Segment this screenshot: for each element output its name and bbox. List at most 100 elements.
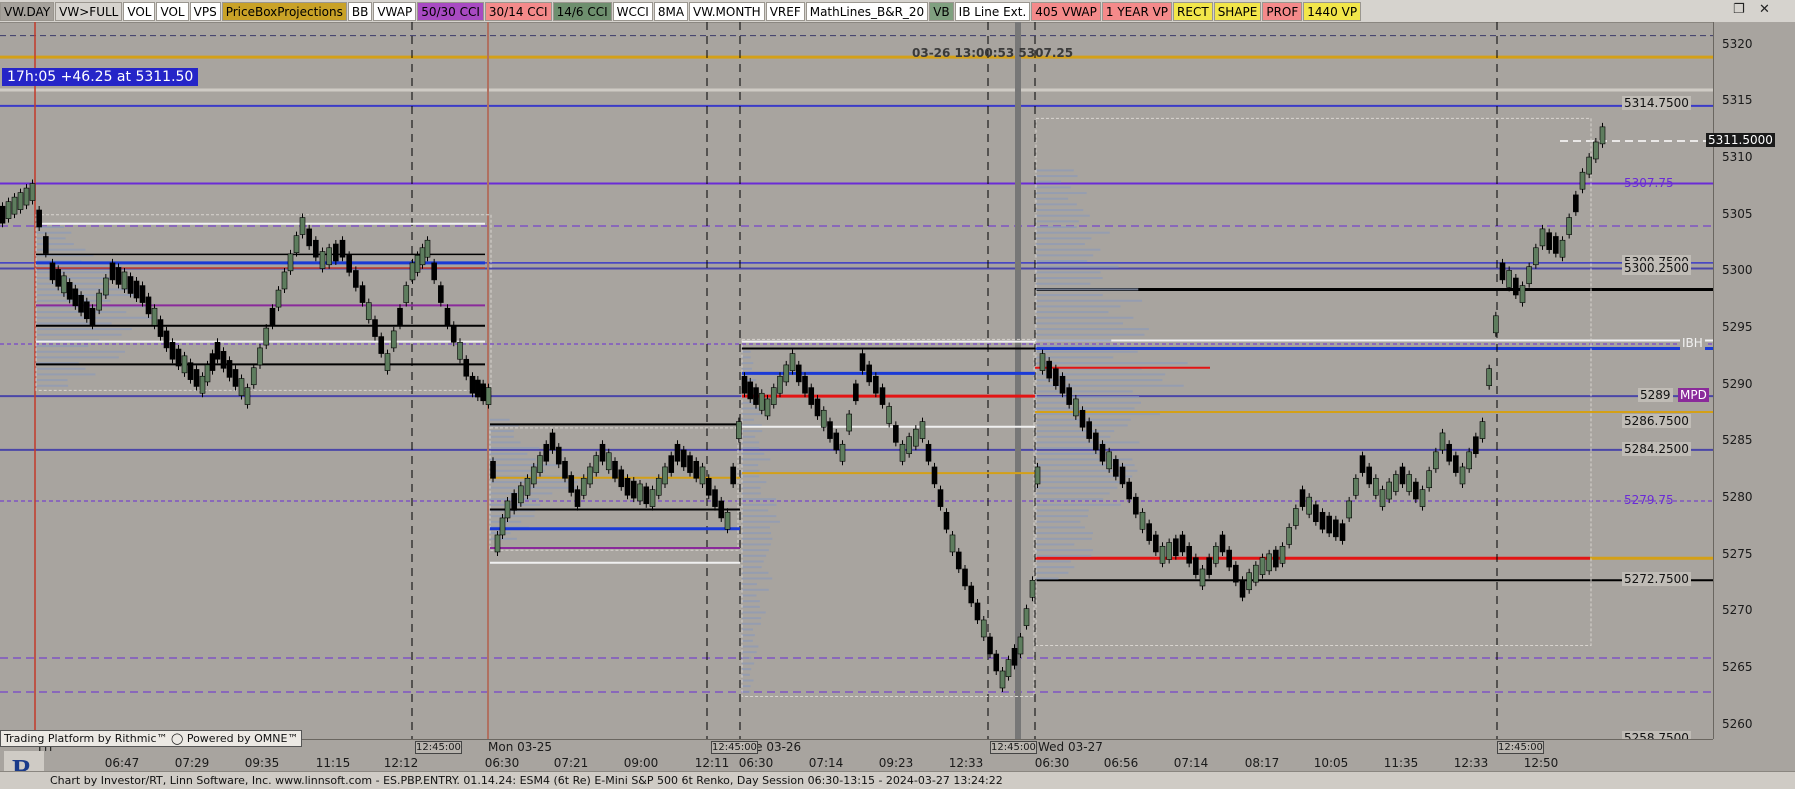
volume-profile-bar <box>742 577 773 580</box>
renko-brick <box>457 341 463 360</box>
volume-profile-bar <box>490 441 521 444</box>
day-date: 03-25 <box>513 740 552 754</box>
renko-brick <box>1239 579 1246 598</box>
volume-profile-bar <box>742 554 767 557</box>
price-tick-label: 5320 <box>1722 36 1753 51</box>
renko-brick <box>568 475 575 493</box>
renko-brick <box>789 353 796 371</box>
price-tick-label: 5300 <box>1722 263 1753 278</box>
toolbar-button-10[interactable]: 14/6 CCI <box>552 1 612 21</box>
renko-brick <box>1093 432 1099 451</box>
toolbar-button-9[interactable]: 30/14 CCI <box>484 1 552 21</box>
volume-profile-bar <box>742 492 761 495</box>
time-tick-label: 07:14 <box>1173 756 1209 770</box>
toolbar-button-8[interactable]: 50/30 CCI <box>417 1 484 21</box>
volume-profile-bar <box>742 600 760 603</box>
renko-brick <box>1486 368 1492 386</box>
volume-profile-bar <box>1036 277 1103 280</box>
time-tick-label: 08:17 <box>1244 756 1280 770</box>
renko-brick <box>949 534 956 553</box>
renko-brick <box>1346 500 1352 519</box>
toolbar-button-16[interactable]: VB <box>929 1 954 21</box>
renko-brick <box>674 443 681 462</box>
volume-profile-bar <box>1036 282 1091 285</box>
renko-brick <box>618 469 625 488</box>
volume-profile-bar <box>490 464 559 467</box>
volume-profile-bar <box>742 651 757 654</box>
toolbar-button-20[interactable]: RECT <box>1173 1 1213 21</box>
renko-brick <box>1126 481 1132 500</box>
volume-profile-bar <box>1036 543 1075 546</box>
toolbar-button-13[interactable]: VW.MONTH <box>689 1 765 21</box>
renko-brick <box>1359 455 1366 473</box>
volume-profile-bar <box>1036 435 1111 438</box>
toolbar-button-17[interactable]: IB Line Ext. <box>954 1 1031 21</box>
volume-profile-bar <box>490 458 536 461</box>
day-label: Wed 03-27 <box>1038 740 1103 754</box>
toolbar-button-19[interactable]: 1 YEAR VP <box>1101 1 1173 21</box>
price-axis[interactable]: 5320 5315 5310 5305 5300 5295 5290 5285 5280 5275… <box>1622 22 1795 745</box>
volume-profile-bar <box>742 537 773 540</box>
volume-profile-bar <box>742 628 754 631</box>
renko-brick <box>480 383 486 402</box>
toolbar-button-14[interactable]: VREF <box>765 1 805 21</box>
restore-icon[interactable]: ❐ <box>1733 2 1745 17</box>
volume-profile-bar <box>36 350 126 353</box>
volume-profile-bar <box>742 662 755 665</box>
toolbar-button-23[interactable]: 1440 VP <box>1303 1 1362 21</box>
renko-brick <box>605 452 612 471</box>
renko-brick <box>1079 409 1086 428</box>
toolbar-button-12[interactable]: 8MA <box>653 1 689 21</box>
price-level-tag: MPD <box>1678 388 1709 403</box>
volume-profile-bar <box>1036 390 1133 393</box>
toolbar-button-18[interactable]: 405 VWAP <box>1031 1 1101 21</box>
toolbar-button-15[interactable]: MathLines_B&R_20 <box>805 1 929 21</box>
toolbar-button-0[interactable]: VW.DAY <box>0 1 55 21</box>
volume-profile-bar <box>742 634 755 637</box>
volume-profile-bar <box>490 430 514 433</box>
renko-brick <box>753 387 759 405</box>
toolbar-button-1[interactable]: VW>FULL <box>55 1 123 21</box>
renko-brick <box>1017 636 1024 655</box>
profile-box <box>1035 117 1592 646</box>
toolbar-button-5[interactable]: PriceBoxProjections <box>221 1 347 21</box>
renko-brick <box>403 285 410 303</box>
volume-profile-bar <box>1036 356 1114 359</box>
renko-brick <box>1373 477 1379 496</box>
price-chart[interactable] <box>0 22 1713 739</box>
toolbar-button-7[interactable]: VWAP <box>373 1 417 21</box>
volume-profile-bar <box>36 333 122 336</box>
volume-profile-bar <box>1036 430 1115 433</box>
time-tick-label: 12:50 <box>1523 756 1559 770</box>
renko-brick <box>1326 515 1332 534</box>
toolbar-button-4[interactable]: VPS <box>189 1 221 21</box>
renko-brick <box>1186 545 1192 564</box>
renko-brick <box>193 369 200 387</box>
volume-profile-bar <box>742 685 751 688</box>
toolbar-button-21[interactable]: SHAPE <box>1213 1 1262 21</box>
renko-brick <box>1039 353 1046 371</box>
renko-brick <box>1366 466 1372 485</box>
close-icon[interactable]: ✕ <box>1759 2 1770 17</box>
toolbar-button-3[interactable]: VOL <box>156 1 189 21</box>
renko-brick <box>1146 523 1152 541</box>
toolbar-button-6[interactable]: BB <box>347 1 373 21</box>
toolbar-button-11[interactable]: WCCI <box>612 1 653 21</box>
volume-profile-bar <box>1036 214 1090 217</box>
volume-profile-bar <box>1036 413 1160 416</box>
toolbar-button-2[interactable]: VOL <box>123 1 156 21</box>
volume-profile-bar <box>742 469 760 472</box>
time-tick-label: 11:15 <box>315 756 351 770</box>
renko-brick <box>1513 277 1519 296</box>
volume-profile-bar <box>1036 197 1069 200</box>
renko-brick <box>736 421 742 439</box>
toolbar-button-22[interactable]: PROF <box>1262 1 1303 21</box>
renko-brick <box>1473 436 1479 455</box>
price-tick-label: 5260 <box>1722 716 1753 731</box>
volume-profile-bar <box>1036 481 1126 484</box>
volume-profile-bar <box>1036 192 1087 195</box>
volume-profile-bar <box>742 549 769 552</box>
renko-brick <box>326 247 332 266</box>
renko-brick <box>209 353 216 371</box>
volume-profile-bar <box>1036 577 1059 580</box>
